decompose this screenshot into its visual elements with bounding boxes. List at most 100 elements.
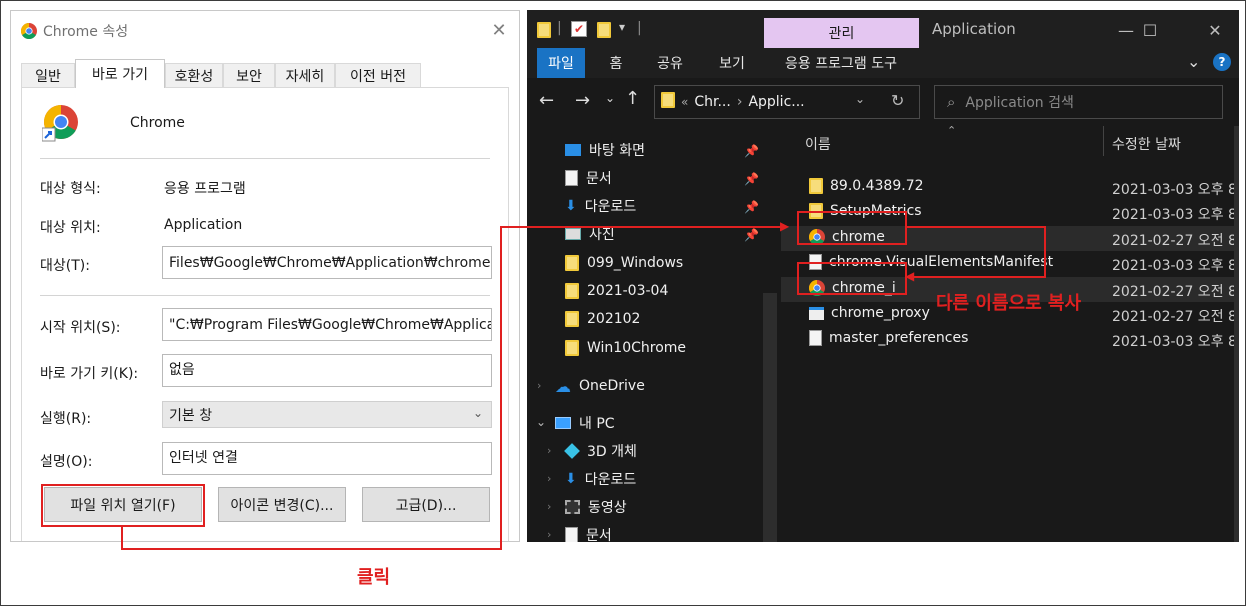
- change-icon-button[interactable]: 아이콘 변경(C)...: [218, 487, 346, 522]
- file-date: 2021-02-27 오전 8:5: [1112, 233, 1239, 249]
- tab-details[interactable]: 자세히: [275, 63, 335, 87]
- run-select[interactable]: 기본 창 ⌄: [162, 401, 492, 428]
- file-name: master_preferences: [829, 330, 969, 346]
- content-scrollbar[interactable]: [1234, 126, 1239, 542]
- close-icon[interactable]: ✕: [1197, 18, 1233, 42]
- run-select-value: 기본 창: [169, 407, 213, 424]
- nav-item-desktop[interactable]: 바탕 화면: [565, 136, 645, 164]
- chevron-right-icon[interactable]: ›: [547, 500, 551, 513]
- maximize-icon[interactable]: ☐: [1132, 18, 1168, 42]
- nav-scrollbar[interactable]: [763, 293, 777, 542]
- nav-item-folder[interactable]: 099_Windows: [565, 249, 683, 277]
- nav-item-this-pc[interactable]: 내 PC: [555, 409, 615, 437]
- sort-ascending-icon: ⌃: [947, 124, 957, 137]
- chevron-down-icon[interactable]: ⌄: [536, 415, 546, 429]
- tab-general[interactable]: 일반: [21, 63, 75, 87]
- tab-previous-versions[interactable]: 이전 버전: [335, 63, 421, 87]
- recent-chevron-icon[interactable]: ⌄: [605, 91, 615, 105]
- tab-view[interactable]: 보기: [709, 48, 755, 78]
- file-date: 2021-03-03 오후 8:5: [1112, 258, 1239, 274]
- tab-compatibility[interactable]: 호환성: [165, 63, 223, 87]
- arrowhead-icon: ◀: [905, 269, 915, 283]
- documents-icon: [565, 527, 578, 542]
- tab-home[interactable]: 홈: [599, 48, 633, 78]
- column-header-date[interactable]: 수정한 날짜: [1112, 134, 1181, 154]
- connector-line: [1044, 226, 1046, 277]
- up-arrow-icon[interactable]: ↑: [625, 88, 640, 109]
- breadcrumb-chrome[interactable]: Chr...: [694, 94, 730, 110]
- pin-icon[interactable]: 📌: [744, 200, 759, 214]
- tab-manage[interactable]: 관리: [764, 18, 919, 48]
- file-name: chrome_proxy: [831, 305, 930, 321]
- address-bar-row: ← → ⌄ ↑ « Chr... › Applic... ⌄ ↻ ⌕ Appli…: [527, 78, 1239, 126]
- breadcrumb-application[interactable]: Applic...: [748, 94, 804, 110]
- shortcut-key-field[interactable]: 없음: [162, 354, 492, 387]
- folder-icon: [565, 255, 579, 271]
- tab-share[interactable]: 공유: [647, 48, 693, 78]
- run-label: 실행(R):: [40, 411, 92, 427]
- connector-line: [500, 226, 502, 550]
- close-icon[interactable]: ✕: [485, 17, 513, 43]
- tab-file[interactable]: 파일: [537, 48, 585, 78]
- comment-label: 설명(O):: [40, 454, 93, 470]
- nav-item-documents[interactable]: 문서: [565, 521, 612, 542]
- help-icon[interactable]: ?: [1213, 53, 1231, 71]
- file-row[interactable]: 89.0.4389.72 2021-03-03 오후 8:5: [781, 175, 1239, 200]
- folder-icon: [565, 311, 579, 327]
- nav-item-pictures[interactable]: 사진: [565, 220, 615, 248]
- dialog-title: Chrome 속성: [43, 24, 129, 40]
- chevron-right-icon[interactable]: ›: [537, 379, 541, 392]
- folder-icon: [661, 92, 675, 112]
- nav-item-documents[interactable]: 문서: [565, 164, 612, 192]
- nav-item-label: 문서: [586, 171, 612, 187]
- file-date: 2021-02-27 오전 8:5: [1112, 309, 1239, 325]
- nav-item-label: 3D 개체: [587, 444, 637, 460]
- file-date: 2021-03-03 오후 8:5: [1112, 334, 1239, 350]
- customize-toolbar-icon[interactable]: ▾: [619, 20, 625, 34]
- folder-icon: [565, 340, 579, 356]
- nav-item-downloads[interactable]: ⬇ 다운로드: [565, 192, 636, 220]
- refresh-icon[interactable]: ↻: [891, 91, 904, 110]
- chevron-down-icon[interactable]: ⌄: [1187, 52, 1200, 71]
- nav-item-3d-objects[interactable]: 3D 개체: [564, 437, 637, 465]
- chevron-right-icon[interactable]: ›: [547, 472, 551, 485]
- nav-item-videos[interactable]: 동영상: [565, 493, 627, 521]
- nav-item-folder[interactable]: 202102: [565, 305, 640, 333]
- chevron-right-icon[interactable]: ›: [547, 444, 551, 457]
- address-bar[interactable]: « Chr... › Applic... ⌄ ↻: [654, 85, 920, 119]
- file-list: ⌃ 이름 수정한 날짜 89.0.4389.72 2021-03-03 오후 8…: [781, 124, 1239, 542]
- target-type-label: 대상 형식:: [40, 181, 101, 197]
- forward-arrow-icon[interactable]: →: [575, 90, 590, 111]
- chevron-right-icon[interactable]: ›: [547, 528, 551, 541]
- comment-field[interactable]: 인터넷 연결: [162, 442, 492, 475]
- advanced-button[interactable]: 고급(D)...: [362, 487, 490, 522]
- divider: [40, 295, 490, 296]
- search-icon: ⌕: [947, 93, 956, 111]
- back-arrow-icon[interactable]: ←: [539, 90, 554, 111]
- dialog-titlebar: Chrome 속성: [21, 19, 128, 43]
- pc-icon: [555, 417, 571, 429]
- search-box[interactable]: ⌕ Application 검색: [934, 85, 1223, 119]
- pin-icon[interactable]: 📌: [744, 228, 759, 242]
- exe-icon: [809, 306, 824, 320]
- nav-item-folder[interactable]: Win10Chrome: [565, 334, 686, 362]
- pin-icon[interactable]: 📌: [744, 144, 759, 158]
- nav-item-onedrive[interactable]: ☁ OneDrive: [555, 372, 645, 400]
- new-folder-icon[interactable]: [597, 22, 611, 42]
- properties-icon[interactable]: ✔: [571, 21, 587, 37]
- start-in-field[interactable]: "C:₩Program Files₩Google₩Chrome₩Applicat…: [162, 308, 492, 341]
- target-field[interactable]: Files₩Google₩Chrome₩Application₩chrome.e…: [162, 246, 492, 279]
- nav-item-folder[interactable]: 2021-03-04: [565, 277, 668, 305]
- annotation-click-label: 클릭: [357, 567, 391, 588]
- chevron-down-icon[interactable]: ⌄: [855, 92, 865, 106]
- quick-access-toolbar: | ✔ ▾ | 관리 Application — ☐ ✕: [527, 10, 1239, 48]
- file-row[interactable]: master_preferences 2021-03-03 오후 8:5: [781, 327, 1239, 352]
- tab-security[interactable]: 보안: [223, 63, 275, 87]
- column-divider[interactable]: [1103, 126, 1104, 156]
- column-header-name[interactable]: 이름: [805, 134, 831, 154]
- tab-application-tools[interactable]: 응용 프로그램 도구: [773, 48, 909, 78]
- tab-shortcut[interactable]: 바로 가기: [75, 59, 165, 88]
- nav-item-downloads[interactable]: ⬇ 다운로드: [565, 465, 636, 493]
- pin-icon[interactable]: 📌: [744, 172, 759, 186]
- folder-icon: [565, 283, 579, 299]
